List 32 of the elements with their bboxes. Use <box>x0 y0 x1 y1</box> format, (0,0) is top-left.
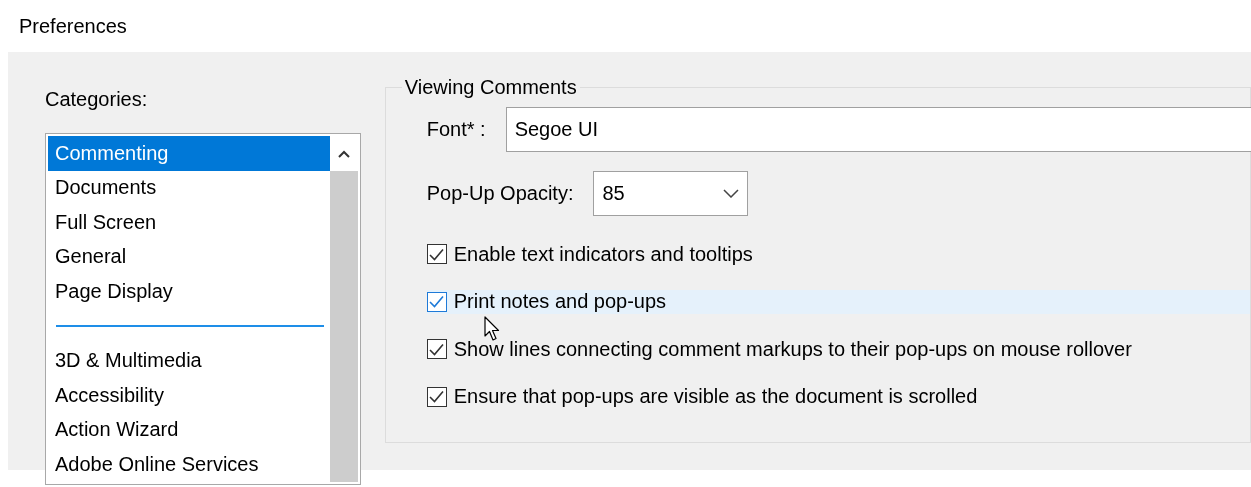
category-item[interactable]: General <box>48 239 330 274</box>
category-item[interactable]: Commenting <box>48 136 330 171</box>
window-title: Preferences <box>19 14 127 38</box>
categories-label: Categories: <box>45 88 149 111</box>
scroll-up-icon[interactable] <box>337 149 350 158</box>
field-label: Font* : <box>426 118 486 141</box>
opacity-dropdown[interactable]: 85 <box>593 171 749 216</box>
group-title: Viewing Comments <box>403 76 578 99</box>
checkbox-row[interactable]: Show lines connecting comment markups to their pop-ups on mouse rollover <box>426 337 1250 361</box>
category-item[interactable]: Action Wizard <box>48 412 330 447</box>
checkbox[interactable] <box>426 244 447 264</box>
category-item[interactable]: Accessibility <box>48 378 330 413</box>
category-item[interactable]: Documents <box>48 170 330 205</box>
mouse-cursor-icon <box>483 315 500 342</box>
checkbox[interactable] <box>426 291 447 312</box>
checkbox-label: Ensure that pop-ups are visible as the document is scrolled <box>453 385 978 408</box>
field-label: Pop-Up Opacity: <box>426 182 574 205</box>
checkbox[interactable] <box>426 386 447 407</box>
checkbox-label: Enable text indicators and tooltips <box>453 242 753 266</box>
category-item[interactable]: Adobe Online Services <box>48 447 330 482</box>
category-item[interactable]: Full Screen <box>48 205 330 240</box>
checkbox-row[interactable]: Enable text indicators and tooltips <box>426 242 1250 266</box>
font-field[interactable]: Segoe UI <box>505 107 1251 152</box>
scrollbar[interactable] <box>329 136 358 482</box>
checkbox-row[interactable]: Print notes and pop-ups <box>426 289 1250 314</box>
checkbox[interactable] <box>426 339 447 359</box>
category-item[interactable]: Page Display <box>48 274 330 309</box>
checkbox-label: Print notes and pop-ups <box>453 290 667 313</box>
checkbox-label: Show lines connecting comment markups to their pop-ups on mouse rollover <box>453 337 1132 361</box>
chevron-down-icon <box>723 189 740 198</box>
checkbox-row[interactable]: Ensure that pop-ups are visible as the document is scrolled <box>426 384 1250 409</box>
category-item[interactable]: 3D & Multimedia <box>48 343 330 378</box>
